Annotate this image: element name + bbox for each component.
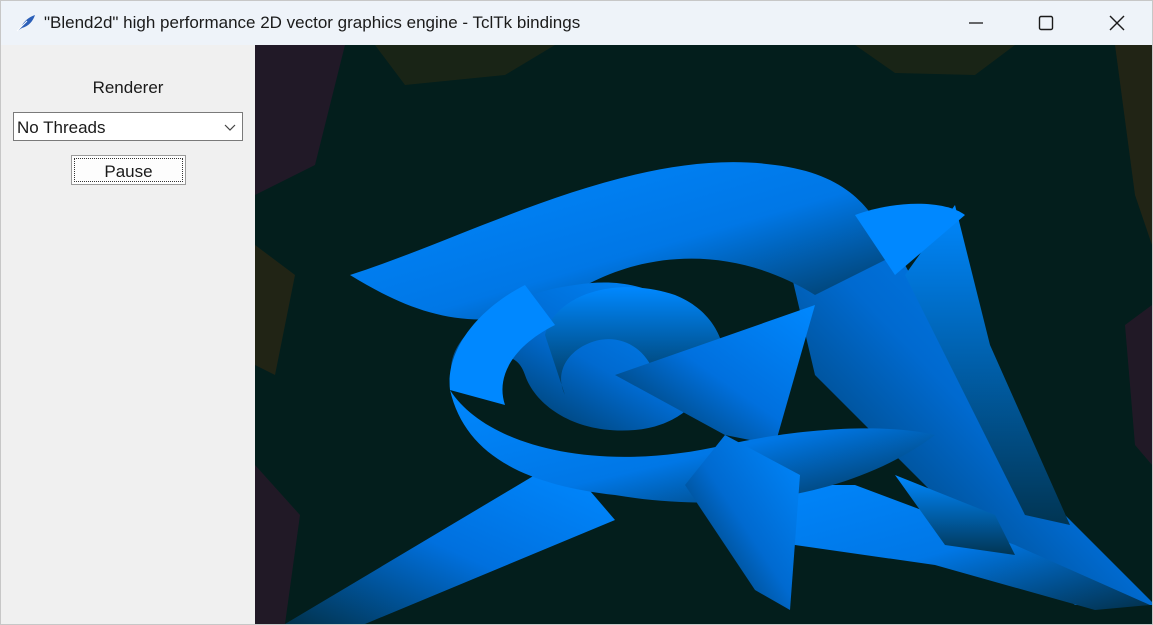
pause-button[interactable]: Pause bbox=[71, 155, 186, 185]
feather-icon bbox=[16, 15, 35, 32]
render-canvas[interactable] bbox=[255, 45, 1152, 624]
close-button[interactable] bbox=[1082, 1, 1152, 45]
renderer-select-value: No Threads bbox=[17, 118, 106, 137]
minimize-icon bbox=[969, 22, 983, 24]
app-window: "Blend2d" high performance 2D vector gra… bbox=[0, 0, 1153, 625]
renderer-label: Renderer bbox=[92, 78, 164, 97]
maximize-button[interactable] bbox=[1011, 1, 1081, 45]
close-icon bbox=[1109, 15, 1125, 31]
maximize-icon bbox=[1038, 15, 1054, 31]
chevron-down-icon bbox=[224, 124, 236, 131]
vector-graphics-render bbox=[255, 45, 1152, 624]
renderer-select[interactable]: No Threads bbox=[13, 112, 243, 141]
title-bar[interactable]: "Blend2d" high performance 2D vector gra… bbox=[1, 1, 1152, 45]
minimize-button[interactable] bbox=[941, 1, 1011, 45]
pause-button-label: Pause bbox=[104, 162, 153, 181]
control-panel: Renderer No Threads Pause bbox=[1, 45, 255, 624]
window-title: "Blend2d" high performance 2D vector gra… bbox=[44, 13, 581, 32]
